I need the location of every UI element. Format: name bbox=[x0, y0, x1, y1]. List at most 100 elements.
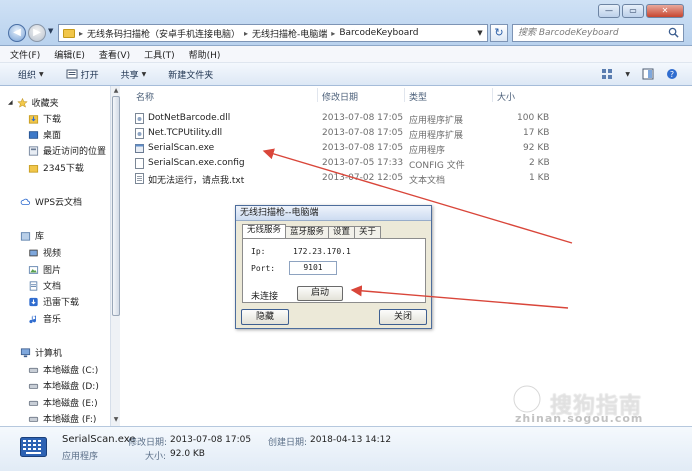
dialog-title: 无线扫描枪--电脑端 bbox=[236, 206, 431, 221]
menu-help[interactable]: 帮助(H) bbox=[189, 48, 221, 61]
column-header-size[interactable]: 大小 bbox=[497, 90, 515, 103]
organize-button[interactable]: 组织 ▼ bbox=[18, 68, 44, 81]
file-modified: 2013-07-08 17:05 bbox=[322, 113, 404, 123]
nav-videos[interactable]: 视频 bbox=[28, 246, 61, 259]
back-button[interactable]: ◀ bbox=[8, 24, 26, 42]
organize-label: 组织 bbox=[18, 70, 37, 81]
nav-label: 本地磁盘 (E:) bbox=[43, 399, 98, 409]
nav-pictures[interactable]: 图片 bbox=[28, 263, 61, 276]
file-modified: 2013-07-02 12:05 bbox=[322, 173, 404, 183]
ip-value: 172.23.170.1 bbox=[293, 247, 351, 256]
folder-icon bbox=[28, 164, 39, 173]
scroll-down-icon[interactable]: ▼ bbox=[111, 416, 121, 423]
recent-pages-chevron-down-icon[interactable]: ▼ bbox=[48, 27, 53, 35]
search-placeholder: 搜索 BarcodeKeyboard bbox=[518, 28, 619, 38]
menu-edit[interactable]: 编辑(E) bbox=[54, 48, 85, 61]
nav-thunder-downloads[interactable]: 迅雷下载 bbox=[28, 295, 79, 308]
forward-button[interactable]: ▶ bbox=[28, 24, 46, 42]
nav-drive-e[interactable]: 本地磁盘 (E:) bbox=[28, 396, 98, 409]
cloud-icon bbox=[20, 198, 31, 205]
file-size: 92 KB bbox=[523, 143, 550, 153]
search-input[interactable]: 搜索 BarcodeKeyboard bbox=[512, 24, 684, 42]
config-file-icon bbox=[135, 158, 144, 169]
port-input[interactable]: 9101 bbox=[289, 261, 337, 275]
breadcrumb-item[interactable]: 无线扫描枪-电脑端 bbox=[252, 27, 327, 40]
close-window-button[interactable]: ✕ bbox=[646, 4, 684, 18]
table-row[interactable]: SerialScan.exe.config 2013-07-05 17:33 C… bbox=[132, 156, 552, 171]
nav-libraries[interactable]: 库 bbox=[20, 229, 44, 242]
tab-settings[interactable]: 设置 bbox=[328, 226, 356, 238]
nav-2345-downloads[interactable]: 2345下载 bbox=[28, 161, 84, 174]
refresh-icon[interactable]: ↻ bbox=[490, 24, 508, 42]
tab-bluetooth-service[interactable]: 蓝牙服务 bbox=[285, 226, 330, 238]
detail-type: 应用程序 bbox=[62, 452, 99, 462]
window-titlebar: — ▭ ✕ ◀ ▶ ▼ ▸ 无线条码扫描枪（安卓手机连接电脑） ▸ 无线扫描枪-… bbox=[0, 0, 692, 46]
nav-drive-f[interactable]: 本地磁盘 (F:) bbox=[28, 412, 96, 425]
nav-documents[interactable]: 文档 bbox=[28, 279, 61, 292]
column-divider[interactable] bbox=[492, 88, 493, 102]
nav-computer[interactable]: 计算机 bbox=[20, 346, 62, 359]
close-button[interactable]: 关闭 bbox=[379, 309, 427, 325]
view-chevron-down-icon[interactable]: ▼ bbox=[625, 71, 630, 78]
maximize-button[interactable]: ▭ bbox=[622, 4, 644, 18]
table-row[interactable]: DotNetBarcode.dll 2013-07-08 17:05 应用程序扩… bbox=[132, 111, 552, 126]
breadcrumb-item[interactable]: BarcodeKeyboard bbox=[339, 28, 418, 38]
column-divider[interactable] bbox=[317, 88, 318, 102]
menu-tools[interactable]: 工具(T) bbox=[144, 48, 175, 61]
nav-downloads[interactable]: 下载 bbox=[28, 112, 61, 125]
search-icon[interactable] bbox=[668, 27, 679, 38]
breadcrumb-item[interactable]: 无线条码扫描枪（安卓手机连接电脑） bbox=[87, 27, 240, 40]
minimize-button[interactable]: — bbox=[598, 4, 620, 18]
nav-music[interactable]: 音乐 bbox=[28, 312, 61, 325]
menu-view[interactable]: 查看(V) bbox=[99, 48, 130, 61]
preview-pane-icon[interactable] bbox=[642, 68, 654, 80]
nav-wps-cloud[interactable]: WPS云文档 bbox=[20, 195, 82, 208]
navigation-scrollbar[interactable]: ▲ ▼ bbox=[110, 86, 120, 426]
start-button[interactable]: 启动 bbox=[297, 286, 343, 301]
nav-drive-d[interactable]: 本地磁盘 (D:) bbox=[28, 379, 99, 392]
breadcrumb-separator-icon[interactable]: ▸ bbox=[331, 29, 335, 38]
nav-label: 最近访问的位置 bbox=[43, 147, 107, 157]
nav-label: 下载 bbox=[43, 115, 62, 125]
menu-file[interactable]: 文件(F) bbox=[10, 48, 40, 61]
tab-about[interactable]: 关于 bbox=[354, 226, 382, 238]
detail-modified-value: 2013-07-08 17:05 bbox=[170, 435, 252, 445]
nav-recent-places[interactable]: 最近访问的位置 bbox=[28, 144, 106, 157]
detail-created-label: 创建日期: bbox=[268, 438, 308, 448]
column-header-type[interactable]: 类型 bbox=[409, 90, 427, 103]
tab-wireless-service[interactable]: 无线服务 bbox=[242, 224, 287, 238]
address-history-chevron-down-icon[interactable]: ▼ bbox=[473, 29, 487, 37]
new-folder-button[interactable]: 新建文件夹 bbox=[168, 68, 213, 81]
column-divider[interactable] bbox=[404, 88, 405, 102]
table-row[interactable]: Net.TCPUtility.dll 2013-07-08 17:05 应用程序… bbox=[132, 126, 552, 141]
view-options-icon[interactable] bbox=[601, 68, 613, 80]
file-modified: 2013-07-05 17:33 bbox=[322, 158, 404, 168]
scroll-up-icon[interactable]: ▲ bbox=[111, 87, 121, 94]
folder-icon bbox=[63, 28, 75, 38]
help-icon[interactable]: ? bbox=[666, 68, 678, 80]
scrollbar-thumb[interactable] bbox=[112, 96, 120, 316]
open-icon bbox=[66, 69, 78, 79]
nav-favorites[interactable]: ◢ 收藏夹 bbox=[8, 96, 59, 109]
detail-modified-label: 修改日期: bbox=[128, 438, 168, 448]
svg-text:?: ? bbox=[670, 70, 674, 79]
table-row[interactable]: 如无法运行，请点我.txt 2013-07-02 12:05 文本文档 1 KB bbox=[132, 171, 552, 186]
navigation-pane: ◢ 收藏夹 下载 桌面 最近访问的位置 2345下载 WPS云文档 库 视频 图… bbox=[0, 86, 120, 426]
detail-size-label: 大小: bbox=[145, 452, 167, 462]
column-header-modified[interactable]: 修改日期 bbox=[322, 90, 358, 103]
nav-desktop[interactable]: 桌面 bbox=[28, 128, 61, 141]
table-row[interactable]: SerialScan.exe 2013-07-08 17:05 应用程序 92 … bbox=[132, 141, 552, 156]
breadcrumb-separator-icon[interactable]: ▸ bbox=[244, 29, 248, 38]
open-button[interactable]: 打开 bbox=[66, 68, 99, 81]
address-bar[interactable]: ▸ 无线条码扫描枪（安卓手机连接电脑） ▸ 无线扫描枪-电脑端 ▸ Barcod… bbox=[58, 24, 488, 42]
detail-created-value: 2018-04-13 14:12 bbox=[310, 435, 392, 445]
hard-drive-icon bbox=[28, 383, 39, 389]
expand-chevron-icon[interactable]: ◢ bbox=[8, 99, 13, 106]
column-header-name[interactable]: 名称 bbox=[136, 90, 154, 103]
nav-label: 文档 bbox=[43, 282, 62, 292]
nav-drive-c[interactable]: 本地磁盘 (C:) bbox=[28, 363, 98, 376]
documents-icon bbox=[29, 280, 38, 291]
breadcrumb-separator-icon[interactable]: ▸ bbox=[79, 29, 83, 38]
share-button[interactable]: 共享 ▼ bbox=[121, 68, 147, 81]
hide-button[interactable]: 隐藏 bbox=[241, 309, 289, 325]
